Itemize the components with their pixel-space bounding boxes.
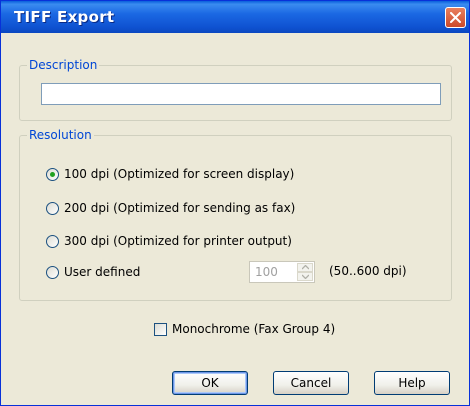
tiff-export-dialog: TIFF Export Description Resolution 100 d…: [0, 0, 470, 406]
radio-100dpi-label: 100 dpi (Optimized for screen display): [64, 167, 295, 181]
monochrome-checkbox-row[interactable]: Monochrome (Fax Group 4): [154, 321, 335, 337]
radio-100dpi[interactable]: 100 dpi (Optimized for screen display): [46, 166, 294, 182]
user-dpi-stepper[interactable]: 100: [249, 261, 315, 283]
radio-button[interactable]: [46, 265, 59, 279]
radio-200dpi-label: 200 dpi (Optimized for sending as fax): [64, 201, 296, 215]
radio-button[interactable]: [46, 167, 59, 181]
stepper-buttons: [297, 263, 313, 281]
ok-button[interactable]: OK: [172, 371, 248, 395]
radio-user-defined[interactable]: User defined: [46, 264, 140, 280]
close-button[interactable]: [445, 7, 466, 28]
radio-button[interactable]: [46, 201, 59, 215]
radio-selected-dot: [50, 171, 55, 177]
title-bar[interactable]: TIFF Export: [1, 1, 469, 33]
monochrome-label: Monochrome (Fax Group 4): [172, 322, 336, 336]
radio-200dpi[interactable]: 200 dpi (Optimized for sending as fax): [46, 200, 295, 216]
dialog-title: TIFF Export: [14, 8, 115, 26]
radio-300dpi-label: 300 dpi (Optimized for printer output): [64, 234, 292, 248]
close-icon: [450, 12, 461, 23]
chevron-up-icon: [302, 265, 309, 270]
chevron-down-icon: [302, 274, 309, 279]
dpi-range-label: (50..600 dpi): [329, 264, 407, 278]
description-input[interactable]: [41, 83, 441, 105]
help-button[interactable]: Help: [374, 371, 450, 395]
radio-user-defined-label: User defined: [64, 265, 141, 279]
radio-300dpi[interactable]: 300 dpi (Optimized for printer output): [46, 233, 292, 249]
stepper-up-button[interactable]: [297, 263, 313, 272]
stepper-down-button[interactable]: [297, 272, 313, 281]
user-dpi-value: 100: [255, 265, 278, 279]
resolution-legend: Resolution: [27, 128, 94, 142]
cancel-button[interactable]: Cancel: [273, 371, 349, 395]
description-legend: Description: [27, 58, 100, 72]
radio-button[interactable]: [46, 234, 59, 248]
monochrome-checkbox[interactable]: [154, 322, 167, 336]
